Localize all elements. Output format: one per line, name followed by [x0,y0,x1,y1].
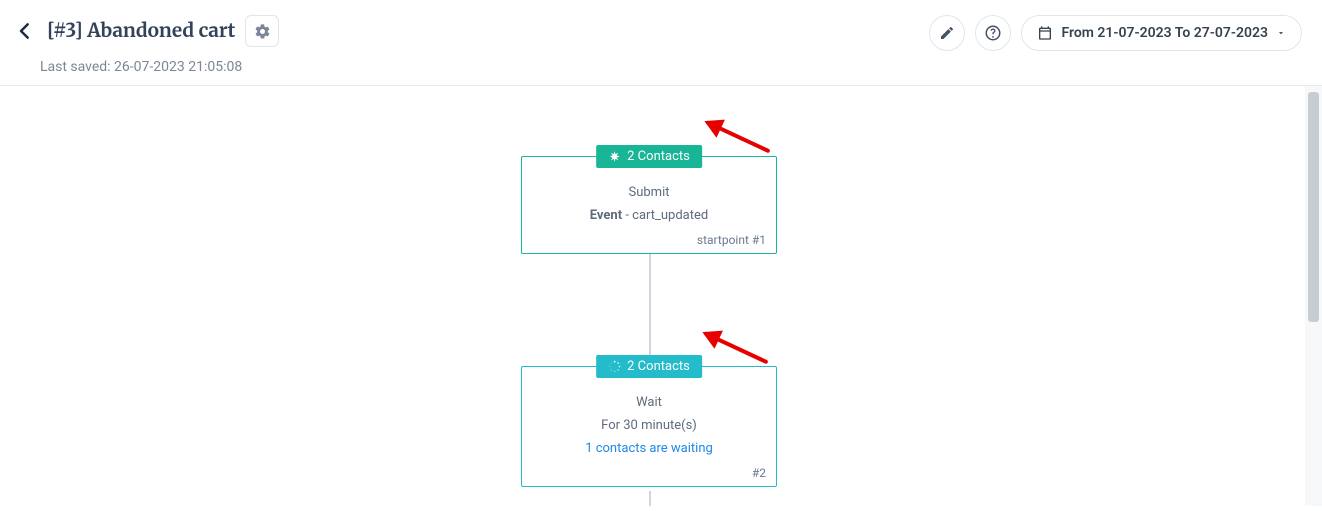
help-icon [984,24,1002,42]
start-node[interactable]: 2 Contacts Submit Event - cart_updated s… [521,156,777,254]
help-button[interactable] [975,15,1011,51]
back-button[interactable] [15,20,37,42]
wait-node[interactable]: 2 Contacts Wait For 30 minute(s) 1 conta… [521,366,777,487]
page-header: [#3] Abandoned cart Last saved: 26-07-20… [0,0,1322,86]
badge-label: 2 Contacts [627,359,690,374]
pencil-icon [939,25,955,41]
start-node-contacts-badge[interactable]: 2 Contacts [596,145,702,168]
wait-node-title: Wait [534,395,764,410]
scrollbar-thumb[interactable] [1308,92,1319,322]
settings-button[interactable] [245,15,279,47]
asterisk-icon [608,150,621,163]
arrow-left-icon [16,21,36,41]
start-node-event: Event - cart_updated [534,208,764,223]
caret-down-icon [1276,28,1286,38]
start-node-id: startpoint #1 [522,229,776,253]
page-title: [#3] Abandoned cart [47,19,235,43]
wait-node-contacts-badge[interactable]: 2 Contacts [596,355,702,378]
vertical-scrollbar[interactable] [1305,86,1322,506]
date-range-label: From 21-07-2023 To 27-07-2023 [1061,25,1268,41]
start-node-title: Submit [534,185,764,200]
workflow-canvas[interactable]: 2 Contacts Submit Event - cart_updated s… [0,86,1322,506]
edit-button[interactable] [929,15,965,51]
date-range-button[interactable]: From 21-07-2023 To 27-07-2023 [1021,15,1302,51]
connector-line [649,491,651,506]
wait-node-id: #2 [522,462,776,486]
spinner-icon [608,360,621,373]
wait-node-duration: For 30 minute(s) [534,418,764,433]
calendar-icon [1037,25,1053,41]
last-saved-label: Last saved: 26-07-2023 21:05:08 [40,59,279,75]
gear-icon [254,23,271,40]
badge-label: 2 Contacts [627,149,690,164]
waiting-contacts-link[interactable]: 1 contacts are waiting [585,441,713,456]
connector-line [649,251,651,366]
